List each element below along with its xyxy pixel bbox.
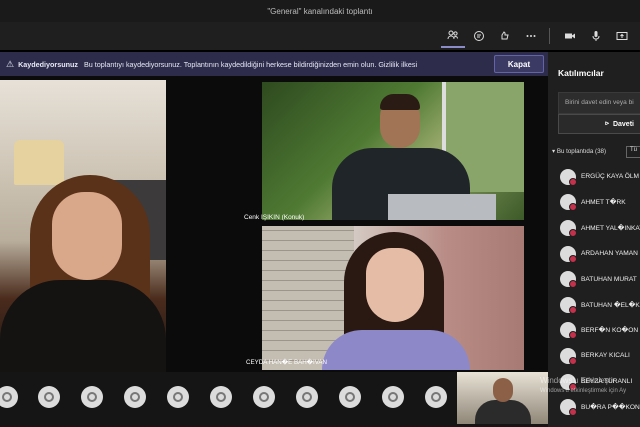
background-lamp <box>14 140 64 185</box>
watermark-line-2: Windows'u etkinleştirmek için Ay <box>540 388 627 394</box>
avatar <box>560 219 577 237</box>
recording-title: Kaydediyorsunuz <box>18 59 78 69</box>
avatar[interactable] <box>210 386 232 408</box>
participant-name: BATUHAN �EL�K <box>581 301 640 309</box>
person-icon <box>216 392 226 402</box>
avatar[interactable] <box>425 386 447 408</box>
person-icon <box>259 392 269 402</box>
participants-panel: Katılımcılar Birini davet edin veya bi ⪧… <box>548 52 640 427</box>
participant-body <box>322 330 470 370</box>
toolbar-divider <box>549 28 550 44</box>
person-icon <box>2 392 12 402</box>
microphone-icon[interactable] <box>584 24 608 48</box>
person-icon <box>302 392 312 402</box>
participant-name: BU�RA P��KON <box>581 404 640 412</box>
person-icon <box>44 392 54 402</box>
self-face <box>493 378 513 402</box>
participant-hair <box>380 94 420 110</box>
section-header[interactable]: ▾ Bu toplantıda (38) <box>552 148 606 155</box>
avatar <box>560 194 577 212</box>
camera-icon[interactable] <box>558 24 582 48</box>
participant-name: BERKAY KICALI <box>581 352 630 360</box>
warning-icon: ⚠ <box>6 58 15 69</box>
participant-name: ARDAHAN YAMAN <box>581 250 638 258</box>
participant-name: AHMET YAL�INKAY <box>581 224 640 232</box>
person-icon <box>173 392 183 402</box>
window-title-bar: "General" kanalındaki toplantı <box>0 0 640 22</box>
participant-face <box>366 248 424 322</box>
window-title: "General" kanalındaki toplantı <box>267 6 373 16</box>
list-item[interactable]: BU�RA P��KON <box>548 394 640 420</box>
close-banner-button[interactable]: Kapat <box>494 55 544 73</box>
activation-watermark: Windows'u Etkinleştir Windows'u etkinleş… <box>540 376 626 396</box>
avatar <box>560 347 577 365</box>
section-label: Bu toplantıda (38) <box>556 148 607 155</box>
list-item[interactable]: BATUHAN �EL�K <box>548 292 640 318</box>
person-icon <box>388 392 398 402</box>
list-item[interactable]: ARDAHAN YAMAN <box>548 241 640 267</box>
avatar <box>560 296 577 314</box>
list-item[interactable]: BATUHAN MURAT <box>548 266 640 292</box>
participant-name: AHMET T�RK <box>581 199 626 207</box>
person-icon <box>130 392 140 402</box>
avatar[interactable] <box>81 386 103 408</box>
more-icon[interactable] <box>519 24 543 48</box>
self-body <box>475 400 531 424</box>
participant-face <box>52 192 122 280</box>
share-invite-button[interactable]: ⪧ Daveti <box>558 114 640 134</box>
laptop <box>388 194 496 220</box>
list-item[interactable]: AHMET T�RK <box>548 190 640 216</box>
person-icon <box>431 392 441 402</box>
video-tile-guest[interactable] <box>262 82 524 220</box>
person-icon <box>87 392 97 402</box>
avatar[interactable] <box>38 386 60 408</box>
panel-title: Katılımcılar <box>558 68 604 78</box>
mute-all-button[interactable]: Tü <box>626 146 640 158</box>
avatar[interactable] <box>253 386 275 408</box>
recording-banner: ⚠ Kaydediyorsunuz Bu toplantıyı kaydediy… <box>0 52 548 76</box>
self-video-preview[interactable] <box>457 372 548 424</box>
list-item[interactable]: ERGÜÇ KAYA ÖLM <box>548 164 640 190</box>
tile-label-participant: CEYDA HAN�E BAH�IVAN <box>246 359 327 366</box>
list-item[interactable]: AHMET YAL�INKAY <box>548 215 640 241</box>
meeting-toolbar <box>0 22 640 50</box>
participant-thumbnail-strip <box>0 372 548 427</box>
avatar <box>560 322 577 340</box>
tile-label-guest: Cenk IŞIKIN (Konuk) <box>244 214 305 221</box>
avatar[interactable] <box>382 386 404 408</box>
video-tile-presenter[interactable] <box>0 80 166 372</box>
recording-message: Bu toplantıyı kaydediyorsunuz. Toplantın… <box>84 59 418 69</box>
watermark-line-1: Windows'u Etkinleştir <box>540 376 616 385</box>
avatar <box>560 399 577 417</box>
avatar[interactable] <box>0 386 18 408</box>
participant-name: BERF�N KO�ON <box>581 327 639 335</box>
chat-icon[interactable] <box>467 24 491 48</box>
avatar[interactable] <box>124 386 146 408</box>
avatar[interactable] <box>167 386 189 408</box>
participant-name: ERGÜÇ KAYA ÖLM <box>581 173 640 181</box>
share-link-icon: ⪧ <box>605 120 609 127</box>
avatar[interactable] <box>339 386 361 408</box>
participant-name: BATUHAN MURAT <box>581 275 637 283</box>
participants-icon[interactable] <box>441 24 465 48</box>
avatar <box>560 245 577 263</box>
avatar <box>560 271 577 289</box>
person-icon <box>345 392 355 402</box>
participant-body <box>0 280 166 372</box>
share-invite-label: Daveti <box>612 120 634 128</box>
share-icon[interactable] <box>610 24 634 48</box>
reactions-icon[interactable] <box>493 24 517 48</box>
avatar <box>560 168 577 186</box>
list-item[interactable]: BERF�N KO�ON <box>548 318 640 344</box>
video-tile-participant[interactable] <box>262 226 524 370</box>
invite-input[interactable]: Birini davet edin veya bi <box>558 92 640 114</box>
avatar[interactable] <box>296 386 318 408</box>
list-item[interactable]: BERKAY KICALI <box>548 343 640 369</box>
video-stage: Cenk IŞIKIN (Konuk) CEYDA HAN�E BAH�IVAN <box>0 76 548 372</box>
